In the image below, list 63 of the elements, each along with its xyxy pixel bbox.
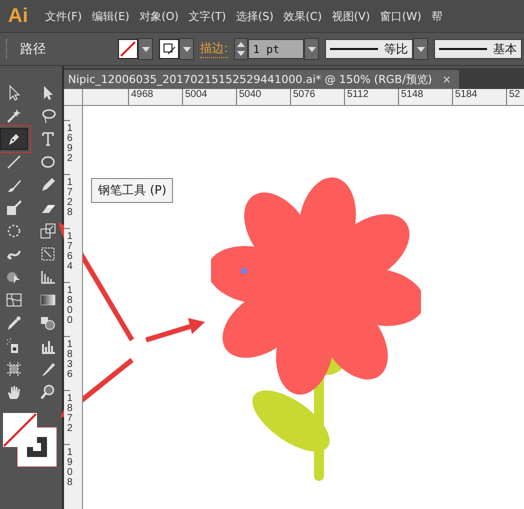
menu-item[interactable]: 帮 [426, 8, 448, 24]
rotate-icon [6, 223, 22, 239]
hand-icon [6, 384, 22, 400]
mesh-icon [6, 292, 22, 308]
pen-icon [6, 131, 22, 147]
ruler-number: 5184 [452, 89, 506, 105]
knife-icon [40, 361, 56, 377]
line-icon [6, 154, 22, 170]
stroke-link[interactable]: 描边: [200, 40, 228, 58]
ruler-number: 5148 [398, 89, 452, 105]
close-tab-button[interactable]: × [442, 73, 452, 86]
ruler-number: 5040 [236, 89, 290, 105]
shape-builder-icon [6, 269, 22, 285]
ruler-number: 4968 [128, 89, 182, 105]
brush-icon [6, 177, 22, 193]
menu-item[interactable]: 视图(V) [326, 8, 375, 24]
stroke-swatch[interactable] [118, 39, 138, 59]
dropdown-caret-icon[interactable] [304, 38, 320, 60]
ruler-number: 5112 [344, 89, 398, 105]
ruler-number: 1692 [64, 120, 70, 174]
graph-icon [40, 269, 56, 285]
ruler-number: 5076 [290, 89, 344, 105]
fill-color-swatch[interactable] [3, 413, 37, 447]
ruler-number: 1836 [64, 336, 70, 390]
profile-dropdown[interactable]: 等比 [325, 39, 414, 59]
wand-icon [6, 108, 22, 124]
gradient-icon [40, 292, 56, 308]
ruler-number: 1908 [64, 444, 70, 498]
ruler-number: 1800 [64, 282, 70, 336]
spinner-arrows-icon[interactable] [234, 38, 248, 60]
selection-label: 路径 [19, 41, 47, 58]
tooltip: 钢笔工具 (P) [91, 178, 174, 203]
ruler-number: 52 [506, 89, 524, 105]
dropdown-caret-icon[interactable] [179, 38, 194, 60]
app-logo: Ai [7, 4, 29, 28]
stroke-weight-field[interactable]: 1 pt [248, 39, 304, 59]
zoom-icon [40, 384, 56, 400]
annotation-arrow [145, 318, 205, 342]
artboard-icon [6, 361, 22, 377]
menu-item[interactable]: 编辑(E) [86, 8, 134, 24]
document-tab[interactable]: Nipic_12006035_20170215152529441000.ai* @ 150% (RGB/预览) × [64, 70, 460, 89]
pencil-icon [40, 177, 56, 193]
chart-icon [40, 338, 56, 354]
dropdown-caret-icon[interactable] [413, 38, 428, 60]
menu-item[interactable]: 选择(S) [231, 8, 279, 24]
blend-icon [40, 315, 56, 331]
scale-icon [40, 223, 56, 239]
tool-button[interactable] [0, 128, 28, 150]
menu-item[interactable]: 对象(O) [134, 8, 184, 24]
menu-item[interactable]: 文件(F) [40, 8, 87, 24]
menu-item[interactable]: 文字(T) [184, 8, 232, 24]
ellipse-icon [40, 154, 56, 170]
brush-dropdown[interactable]: 基本 [434, 39, 522, 59]
free-transform-icon [40, 246, 56, 262]
dropdown-caret-icon[interactable] [138, 38, 153, 60]
lasso-icon [40, 108, 56, 124]
blob-brush-icon [6, 200, 22, 216]
eyedropper-icon [6, 315, 22, 331]
menu-item[interactable]: 窗口(W) [374, 8, 426, 24]
ruler-number: 5004 [182, 89, 236, 105]
type-icon [40, 131, 56, 147]
menu-item[interactable]: 效果(C) [278, 8, 327, 24]
fill-swatch[interactable] [159, 39, 179, 59]
